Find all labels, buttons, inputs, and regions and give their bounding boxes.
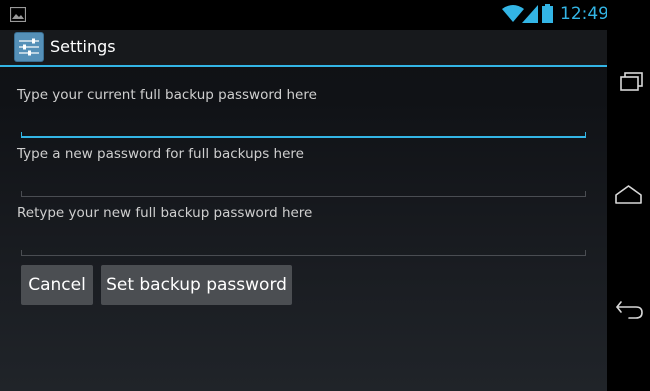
- battery-icon: [542, 4, 553, 23]
- recent-apps-icon[interactable]: [607, 62, 650, 102]
- current-password-label: Type your current full backup password h…: [17, 87, 317, 103]
- navigation-bar: [607, 0, 650, 391]
- status-bar: 12:49: [0, 0, 609, 30]
- retype-password-field[interactable]: [21, 231, 586, 253]
- settings-icon[interactable]: [14, 32, 44, 62]
- home-icon[interactable]: [607, 175, 650, 215]
- new-password-label: Type a new password for full backups her…: [17, 146, 304, 162]
- retype-password-label: Retype your new full backup password her…: [17, 205, 313, 221]
- current-password-field[interactable]: [21, 113, 586, 135]
- set-backup-password-button[interactable]: Set backup password: [101, 265, 292, 305]
- new-password-field[interactable]: [21, 172, 586, 194]
- image-notification-icon[interactable]: [10, 7, 26, 22]
- settings-screen: 12:49 Settings Type your current full ba…: [0, 0, 609, 391]
- wifi-icon: [502, 5, 524, 22]
- clock: 12:49: [560, 4, 609, 24]
- action-bar: Settings: [0, 30, 607, 67]
- page-title: Settings: [50, 37, 116, 56]
- cancel-button[interactable]: Cancel: [21, 265, 93, 305]
- signal-icon: [522, 5, 538, 23]
- back-icon[interactable]: [607, 288, 650, 328]
